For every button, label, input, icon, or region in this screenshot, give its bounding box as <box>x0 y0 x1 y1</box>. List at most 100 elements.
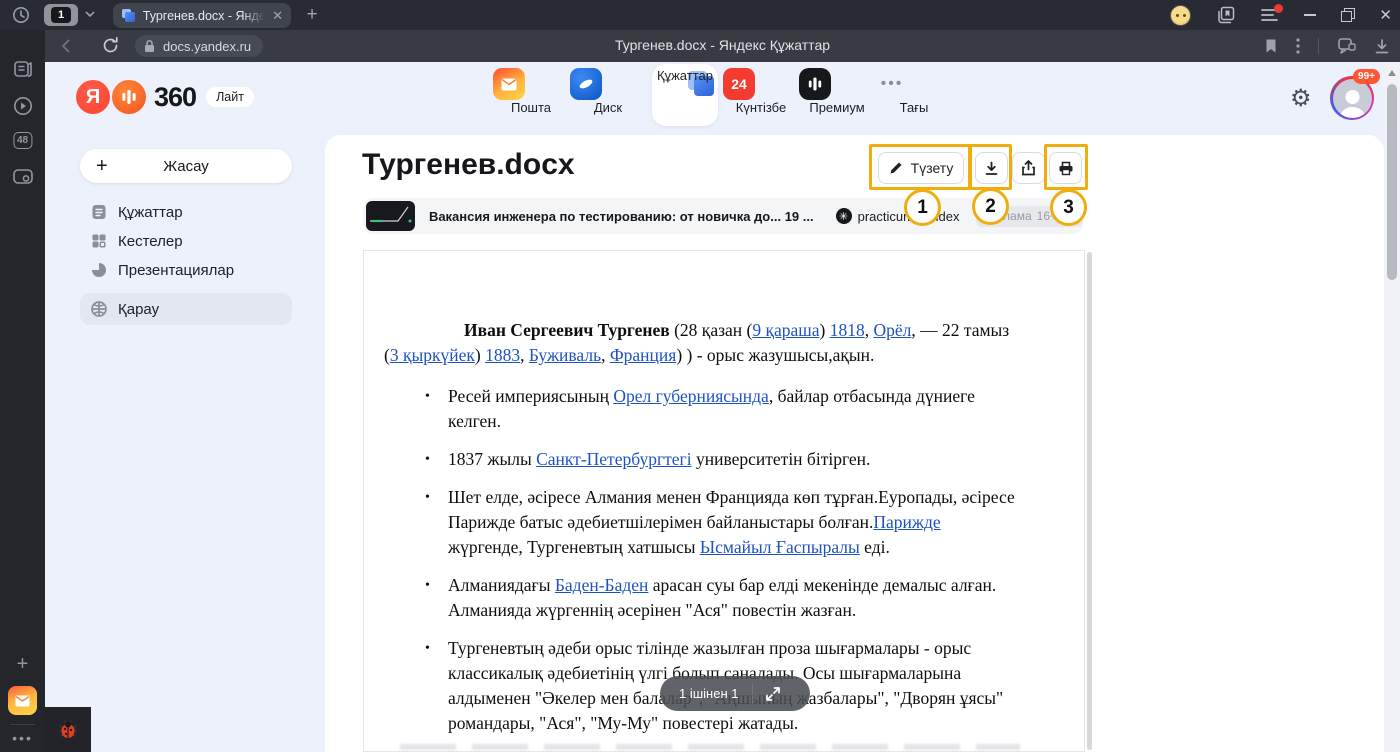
nav-item-calendar[interactable]: 24 Күнтізбе <box>723 68 799 115</box>
browser-scrollbar[interactable] <box>1384 62 1400 752</box>
tab-count-value: 1 <box>51 7 71 23</box>
window-restore-button[interactable] <box>1342 10 1353 21</box>
notification-badge: 99+ <box>1353 69 1380 84</box>
sidebar-more-icon[interactable]: ••• <box>12 730 33 746</box>
new-tab-button[interactable]: + <box>300 3 324 27</box>
fullscreen-expand-icon[interactable] <box>765 686 781 702</box>
chevron-down-icon[interactable] <box>84 8 96 20</box>
document-link[interactable]: Франция <box>610 345 677 365</box>
scrollbar-thumb[interactable] <box>1387 84 1397 280</box>
plus-icon: + <box>96 156 108 176</box>
annotation-circle-1: 1 <box>904 189 941 226</box>
ad-title: Вакансия инженера по тестированию: от но… <box>429 209 814 224</box>
tab-counter[interactable]: 1 <box>44 4 78 26</box>
document-link[interactable]: Санкт-Петербургтегі <box>536 449 692 469</box>
document-bullet: 1837 жылы Санкт-Петербургтегі университе… <box>421 447 1018 472</box>
share-button[interactable] <box>1012 152 1045 184</box>
document-text: 1837 жылы <box>448 449 536 469</box>
create-button[interactable]: + Жасау <box>80 149 292 183</box>
document-text: Иван Сергеевич Тургенев <box>464 320 670 340</box>
browser-menu-icon[interactable] <box>1261 8 1278 22</box>
bookmarks-panel-icon[interactable] <box>1217 6 1235 24</box>
ladybug-icon <box>55 717 81 743</box>
document-list-icon <box>90 203 108 221</box>
sidebar-item-documents[interactable]: Құжаттар <box>80 198 292 226</box>
document-bullet: Алманиядағы Баден-Баден арасан суы бар е… <box>421 573 1018 623</box>
mail-icon <box>493 68 525 100</box>
extensions-icon[interactable] <box>1337 37 1356 55</box>
document-link[interactable]: 9 қараша <box>752 320 819 340</box>
browser-profile-avatar[interactable] <box>1170 5 1191 26</box>
sidebar-item-view[interactable]: Қарау <box>80 293 292 325</box>
document-favicon <box>121 8 136 23</box>
more-apps-icon: ••• <box>876 68 908 100</box>
bug-ad-overlay[interactable] <box>45 707 91 752</box>
cutoff-text-hint <box>400 744 1020 750</box>
user-avatar[interactable]: 99+ <box>1330 76 1374 120</box>
disk-icon <box>570 68 602 100</box>
nav-item-documents[interactable]: Құжаттар <box>647 68 723 83</box>
document-bullet: Шет елде, әсіресе Алмания менен Францияд… <box>421 485 1018 560</box>
document-text: (28 қазан ( <box>670 320 753 340</box>
nav-item-mail[interactable]: Пошта <box>493 68 569 115</box>
document-title: Тургенев.docx <box>362 148 575 182</box>
tab-close-icon[interactable]: ✕ <box>272 9 283 22</box>
video-play-icon[interactable] <box>12 95 34 117</box>
pill-divider <box>752 684 753 704</box>
more-options-icon[interactable] <box>1296 38 1300 54</box>
sidebar-item-presentations[interactable]: Презентациялар <box>80 256 292 284</box>
downloads-icon[interactable] <box>1374 38 1390 55</box>
tab-title: Тургенев.docx - Яндекс <box>143 9 265 23</box>
document-text: ) <box>475 345 485 365</box>
document-link[interactable]: Орел губерниясында <box>613 386 769 406</box>
counter-badge-icon[interactable]: 48 <box>13 132 32 149</box>
bookmark-icon[interactable] <box>1264 38 1278 54</box>
document-link[interactable]: 3 қыркүйек <box>390 345 475 365</box>
browser-tab[interactable]: Тургенев.docx - Яндекс ✕ <box>113 3 291 28</box>
nav-item-premium[interactable]: Премиум <box>799 68 875 115</box>
nav-item-disk[interactable]: Диск <box>570 68 646 115</box>
document-text: , <box>601 345 610 365</box>
practicum-logo-icon: ✳ <box>836 208 852 224</box>
globe-icon <box>90 300 108 318</box>
window-minimize-button[interactable] <box>1304 14 1316 16</box>
scroll-up-arrow[interactable] <box>1388 70 1396 76</box>
add-panel-icon[interactable]: + <box>17 654 29 674</box>
document-link[interactable]: Буживаль <box>529 345 601 365</box>
ad-source[interactable]: ✳ practicum.yandex <box>836 208 960 224</box>
sidebar-divider <box>10 724 35 725</box>
tables-grid-icon <box>90 232 108 250</box>
page-scrollbar[interactable] <box>1087 252 1092 750</box>
share-icon <box>1021 160 1036 176</box>
document-link[interactable]: Баден-Баден <box>555 575 649 595</box>
ad-thumbnail <box>366 201 415 231</box>
document-text: Ресей империясының <box>448 386 613 406</box>
browser-toolbar: docs.yandex.ru Тургенев.docx - Яндекс Құ… <box>45 30 1400 62</box>
annotation-circle-2: 2 <box>972 188 1009 225</box>
document-link[interactable]: 1818 <box>830 320 865 340</box>
document-link[interactable]: Орёл <box>873 320 911 340</box>
browser-side-panel: 48 + ••• <box>0 30 45 752</box>
window-close-button[interactable]: ✕ <box>1379 8 1392 23</box>
browser-tab-strip: 1 Тургенев.docx - Яндекс ✕ + ✕ <box>0 0 1400 30</box>
page-indicator-text: 1 ішінен 1 <box>679 686 738 701</box>
nav-item-more[interactable]: ••• Тағы <box>876 68 952 115</box>
sidebar-item-tables[interactable]: Кестелер <box>80 227 292 255</box>
yandex-mail-icon[interactable] <box>8 686 37 715</box>
settings-gear-icon[interactable]: ⚙ <box>1290 84 1312 113</box>
presentations-pie-icon <box>90 261 108 279</box>
document-bullet: Ресей империясының Орел губерниясында, б… <box>421 384 1018 434</box>
document-link[interactable]: Ысмайыл Ғаспыралы <box>700 537 860 557</box>
document-text: жүргенде, Тургеневтың хатшысы <box>448 537 700 557</box>
document-text: ) ) - орыс жазушысы,ақын. <box>676 345 874 365</box>
calendar-icon: 24 <box>723 68 755 100</box>
screenshot-icon[interactable] <box>11 166 34 188</box>
highlight-box-download <box>969 144 1012 190</box>
history-clock-icon[interactable] <box>11 5 31 25</box>
highlight-box-edit <box>869 144 971 190</box>
document-link[interactable]: 1883 <box>485 345 520 365</box>
page-title: Тургенев.docx - Яндекс Құжаттар <box>45 37 1400 53</box>
app-navigation: Пошта Диск Құжаттар 24 Күнтізбе Премиум … <box>0 68 1400 134</box>
news-feed-icon[interactable] <box>12 58 34 80</box>
document-link[interactable]: Парижде <box>873 512 940 532</box>
